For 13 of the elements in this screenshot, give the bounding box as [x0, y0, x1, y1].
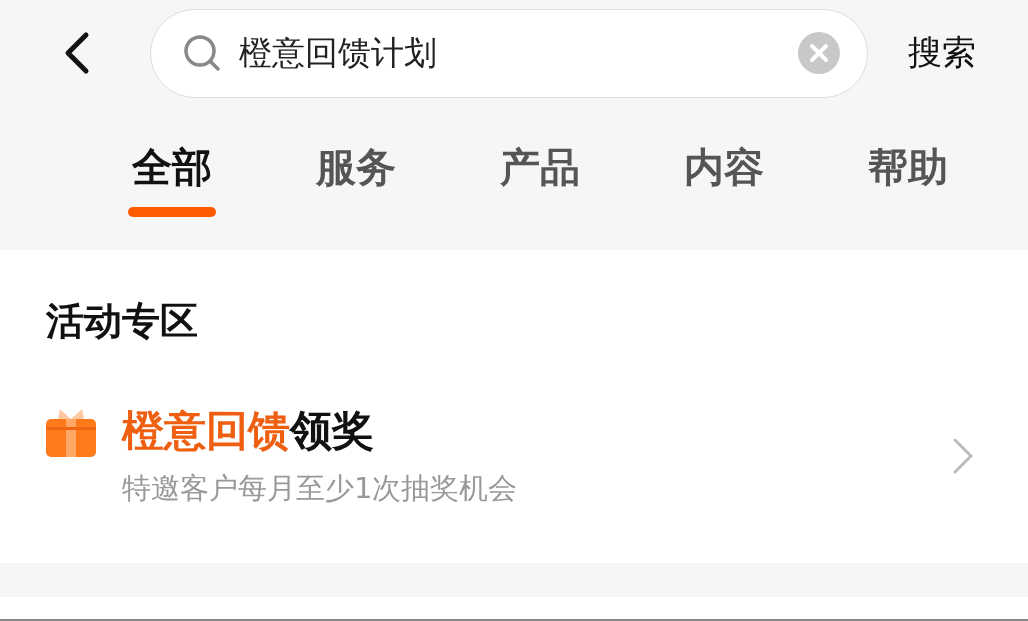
tab[interactable]: 全部	[80, 122, 264, 222]
search-button[interactable]: 搜索	[898, 23, 986, 83]
promo-item[interactable]: 橙意回馈领奖 特邀客户每月至少1次抽奖机会	[46, 406, 1028, 506]
promo-subtitle: 特邀客户每月至少1次抽奖机会	[122, 470, 519, 506]
tab[interactable]: 内容	[632, 122, 816, 222]
promo-title: 橙意回馈领奖	[122, 406, 375, 456]
tab[interactable]: 产品	[448, 122, 632, 222]
tab[interactable]: 帮助	[816, 122, 1000, 222]
chevron-icon	[952, 437, 974, 475]
gift-icon	[46, 407, 96, 457]
search-field[interactable]: 橙意回馈计划	[150, 8, 868, 98]
tab[interactable]: 服务	[264, 122, 448, 222]
section-title: 活动专区	[46, 298, 199, 344]
